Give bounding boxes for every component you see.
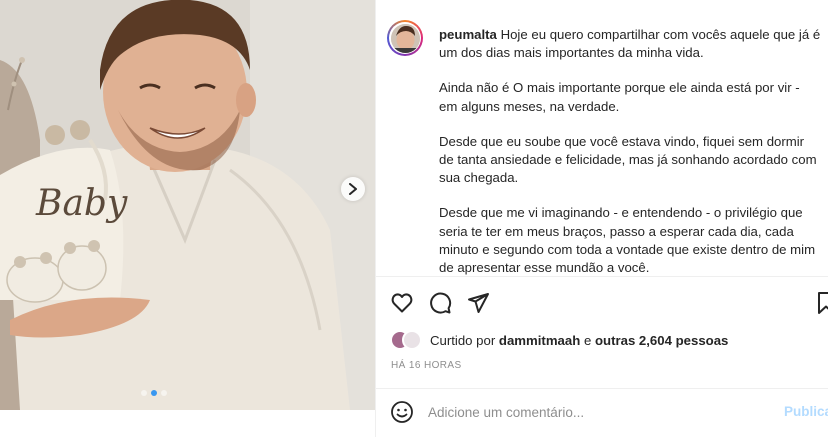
- liker-avatars[interactable]: [390, 328, 426, 352]
- caption-paragraph: Desde que eu soube que você estava vindo…: [439, 133, 817, 186]
- caption-paragraph: Desde que me vi imaginando - e entendend…: [439, 205, 816, 276]
- publish-button[interactable]: Publicar: [784, 404, 828, 419]
- avatar-face-icon: [390, 23, 420, 53]
- liker-avatar: [402, 330, 422, 350]
- carousel-dot-active: [151, 390, 157, 396]
- caption-area: peumalta Hoje eu quero compartilhar com …: [376, 0, 828, 276]
- likes-others-link[interactable]: outras 2,604 pessoas: [595, 333, 728, 348]
- post-timestamp[interactable]: HÁ 16 HORAS: [391, 360, 462, 371]
- caption-paragraph: Ainda não é O mais importante porque ele…: [439, 80, 800, 114]
- photo-bottom-padding: [0, 410, 375, 437]
- post-photo: Baby: [0, 0, 375, 410]
- photo-illustration: Baby: [0, 0, 375, 410]
- action-bar: [376, 285, 828, 319]
- post-caption: peumalta Hoje eu quero compartilhar com …: [439, 26, 821, 276]
- emoji-icon[interactable]: [390, 400, 414, 424]
- avatar-frame: [389, 22, 421, 54]
- carousel-indicator: [141, 390, 167, 396]
- actions-divider: [376, 276, 828, 277]
- comment-bubble-icon[interactable]: [428, 291, 452, 315]
- comment-input[interactable]: [428, 400, 768, 424]
- chevron-right-icon: [349, 183, 357, 195]
- caption-username[interactable]: peumalta: [439, 27, 497, 42]
- carousel-dot: [161, 390, 167, 396]
- caption-paragraph: peumalta Hoje eu quero compartilhar com …: [439, 26, 821, 62]
- likes-prefix: Curtido por: [430, 332, 496, 348]
- story-ring[interactable]: [387, 20, 423, 56]
- avatar: [390, 23, 420, 53]
- caption-text: Hoje eu quero compartilhar com vocês aqu…: [439, 27, 821, 61]
- bookmark-icon[interactable]: [814, 291, 828, 315]
- comment-row: Publicar: [376, 388, 828, 437]
- heart-icon[interactable]: [390, 291, 414, 315]
- carousel-next-button[interactable]: [341, 177, 365, 201]
- svg-text:Baby: Baby: [35, 183, 128, 224]
- carousel-dot: [141, 390, 147, 396]
- likes-row: Curtido por dammitmaah e outras 2,604 pe…: [390, 328, 728, 352]
- likes-summary: Curtido por dammitmaah e outras 2,604 pe…: [430, 333, 728, 348]
- likes-conjunction: e: [583, 332, 592, 348]
- liker-username[interactable]: dammitmaah: [499, 333, 580, 348]
- post-panel: peumalta Hoje eu quero compartilhar com …: [376, 0, 828, 437]
- post-media[interactable]: Baby: [0, 0, 375, 437]
- paper-plane-icon[interactable]: [466, 291, 490, 315]
